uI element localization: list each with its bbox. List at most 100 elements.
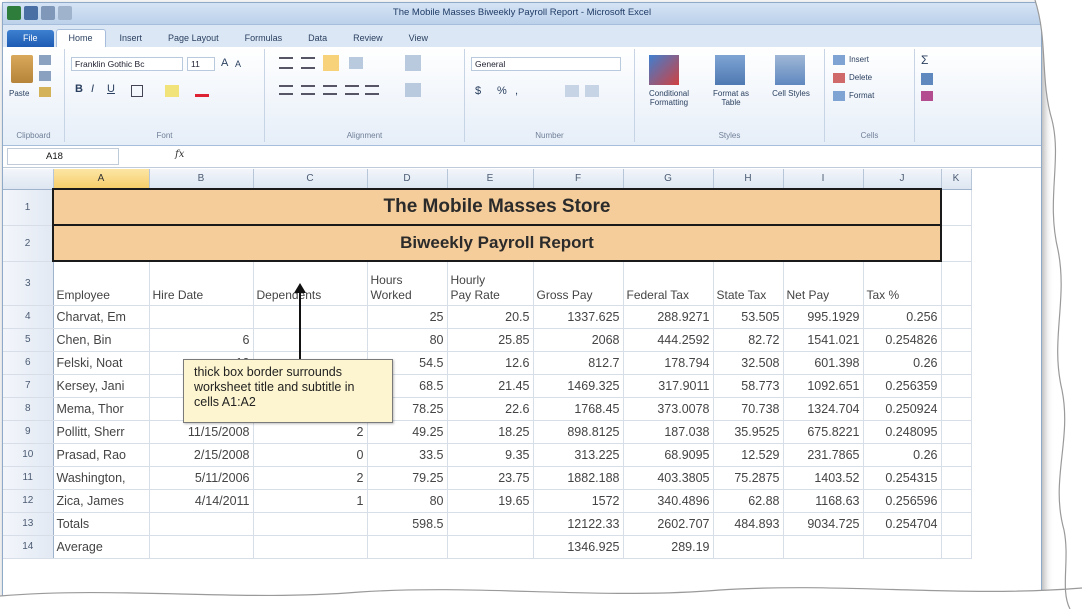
row-header[interactable]: 13	[3, 512, 54, 536]
column-title-cell[interactable]: Net Pay	[783, 261, 864, 306]
column-header-h[interactable]: H	[713, 169, 784, 190]
data-cell[interactable]: 288.9271	[623, 305, 714, 329]
data-cell[interactable]: 1469.325	[533, 374, 624, 398]
italic-button[interactable]: I	[91, 83, 94, 95]
column-header-f[interactable]: F	[533, 169, 624, 190]
decrease-indent-icon[interactable]	[345, 85, 359, 95]
data-cell[interactable]: 1403.52	[783, 466, 864, 490]
cell[interactable]	[941, 261, 972, 306]
data-cell[interactable]: 403.3805	[623, 466, 714, 490]
data-cell[interactable]: 32.508	[713, 351, 784, 375]
align-center-icon[interactable]	[301, 85, 315, 95]
row-header[interactable]: 2	[3, 225, 54, 262]
data-cell[interactable]: 289.19	[623, 535, 714, 559]
conditional-formatting-icon[interactable]	[649, 55, 679, 85]
borders-icon[interactable]	[131, 85, 143, 97]
data-cell[interactable]: 0.254704	[863, 512, 942, 536]
row-header[interactable]: 6	[3, 351, 54, 375]
font-name-select[interactable]: Franklin Gothic Bc	[71, 57, 183, 71]
data-cell[interactable]: 0.248095	[863, 420, 942, 444]
decrease-decimal-icon[interactable]	[585, 85, 599, 97]
cell[interactable]	[941, 225, 972, 262]
data-cell[interactable]: 68.9095	[623, 443, 714, 467]
worksheet-grid[interactable]: A B C D E F G H I J K 1 The Mobile Masse…	[3, 169, 972, 559]
data-cell[interactable]: 0.250924	[863, 397, 942, 421]
cell[interactable]	[941, 466, 972, 490]
data-cell[interactable]: 0.256359	[863, 374, 942, 398]
worksheet-subtitle-cell[interactable]: Biweekly Payroll Report	[52, 225, 942, 262]
data-cell[interactable]: 1168.63	[783, 489, 864, 513]
paste-icon[interactable]	[11, 55, 33, 83]
currency-button[interactable]: $	[475, 85, 481, 97]
worksheet-title-cell[interactable]: The Mobile Masses Store	[52, 188, 942, 226]
increase-decimal-icon[interactable]	[565, 85, 579, 97]
data-cell[interactable]: 0	[253, 443, 368, 467]
data-cell[interactable]: 231.7865	[783, 443, 864, 467]
data-cell[interactable]: 11/15/2008	[149, 420, 254, 444]
data-cell[interactable]: 19.65	[447, 489, 534, 513]
data-cell[interactable]: 2	[253, 420, 368, 444]
conditional-formatting-button[interactable]: Conditional Formatting	[639, 89, 699, 107]
data-cell[interactable]: 25	[367, 305, 448, 329]
data-cell[interactable]: 178.794	[623, 351, 714, 375]
data-cell[interactable]: 12.6	[447, 351, 534, 375]
tab-home[interactable]: Home	[55, 29, 106, 47]
employee-name-cell[interactable]: Kersey, Jani	[53, 374, 150, 398]
delete-cells-button[interactable]: Delete	[849, 73, 872, 82]
row-header[interactable]: 4	[3, 305, 54, 329]
data-cell[interactable]: 25.85	[447, 328, 534, 352]
grow-font-icon[interactable]: A	[221, 57, 228, 69]
column-header-e[interactable]: E	[447, 169, 534, 190]
format-cells-icon[interactable]	[833, 91, 845, 101]
percent-button[interactable]: %	[497, 85, 507, 97]
cell-styles-icon[interactable]	[775, 55, 805, 85]
employee-name-cell[interactable]: Felski, Noat	[53, 351, 150, 375]
tab-page-layout[interactable]: Page Layout	[156, 30, 231, 47]
column-header-j[interactable]: J	[863, 169, 942, 190]
data-cell[interactable]: 444.2592	[623, 328, 714, 352]
orientation-icon[interactable]	[349, 57, 363, 69]
column-title-cell[interactable]: Tax %	[863, 261, 942, 306]
insert-cells-icon[interactable]	[833, 55, 845, 65]
data-cell[interactable]	[149, 305, 254, 329]
align-top-icon[interactable]	[279, 57, 293, 69]
data-cell[interactable]: 20.5	[447, 305, 534, 329]
cell-styles-button[interactable]: Cell Styles	[771, 89, 811, 98]
format-as-table-button[interactable]: Format as Table	[705, 89, 757, 107]
employee-name-cell[interactable]: Totals	[53, 512, 150, 536]
align-bottom-icon[interactable]	[323, 55, 339, 71]
column-title-cell[interactable]: Employee	[53, 261, 150, 306]
merge-center-icon[interactable]	[405, 83, 421, 97]
data-cell[interactable]: 995.1929	[783, 305, 864, 329]
data-cell[interactable]: 2	[253, 466, 368, 490]
data-cell[interactable]: 1882.188	[533, 466, 624, 490]
row-header[interactable]: 14	[3, 535, 54, 559]
data-cell[interactable]	[447, 512, 534, 536]
data-cell[interactable]: 313.225	[533, 443, 624, 467]
format-cells-button[interactable]: Format	[849, 91, 874, 100]
copy-icon[interactable]	[39, 71, 51, 81]
column-header-b[interactable]: B	[149, 169, 254, 190]
data-cell[interactable]	[783, 535, 864, 559]
column-title-cell[interactable]: Gross Pay	[533, 261, 624, 306]
bold-button[interactable]: B	[75, 83, 83, 95]
data-cell[interactable]: 898.8125	[533, 420, 624, 444]
data-cell[interactable]: 2068	[533, 328, 624, 352]
row-header[interactable]: 5	[3, 328, 54, 352]
data-cell[interactable]: 0.26	[863, 443, 942, 467]
font-color-icon[interactable]	[195, 85, 209, 97]
data-cell[interactable]: 1	[253, 489, 368, 513]
row-header[interactable]: 7	[3, 374, 54, 398]
data-cell[interactable]	[149, 512, 254, 536]
column-title-cell[interactable]: Hours Worked	[367, 261, 448, 306]
format-as-table-icon[interactable]	[715, 55, 745, 85]
data-cell[interactable]: 484.893	[713, 512, 784, 536]
data-cell[interactable]: 373.0078	[623, 397, 714, 421]
data-cell[interactable]	[863, 535, 942, 559]
data-cell[interactable]: 82.72	[713, 328, 784, 352]
data-cell[interactable]: 340.4896	[623, 489, 714, 513]
name-box[interactable]: A18	[7, 148, 119, 165]
insert-function-icon[interactable]: fx	[175, 149, 184, 160]
data-cell[interactable]: 812.7	[533, 351, 624, 375]
data-cell[interactable]	[253, 512, 368, 536]
